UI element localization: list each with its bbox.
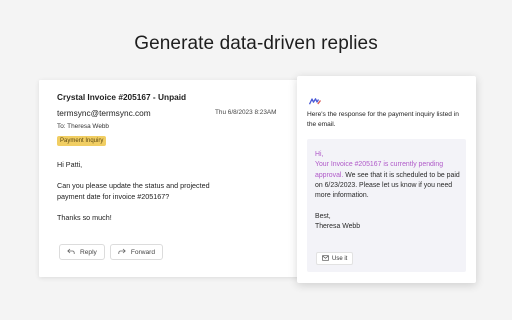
use-it-label: Use it [332,255,348,262]
headline: Generate data-driven replies [134,33,378,54]
payment-inquiry-badge: Payment Inquiry [57,136,107,146]
email-recipient: To: Theresa Webb [57,123,109,130]
email-date: Thu 6/8/2023 8:23AM [215,109,277,116]
forward-label: Forward [130,248,156,256]
reply-greeting: Hi, [315,151,324,158]
email-body: Hi Patti, Can you please update the stat… [57,160,237,234]
reply-signature: Theresa Webb [315,223,361,231]
suggested-reply: Hi, Your Invoice #205167 is currently pe… [307,139,466,272]
response-intro: Here's the response for the payment inqu… [307,111,459,128]
reply-button[interactable]: Reply [59,244,105,260]
reply-arrow-icon [67,248,75,257]
response-panel: Here's the response for the payment inqu… [297,76,476,283]
use-it-button[interactable]: Use it [316,252,354,265]
email-signoff: Thanks so much! [57,212,112,222]
email-subject: Crystal Invoice #205167 - Unpaid [57,92,187,102]
reply-label: Reply [80,248,97,256]
app-logo-icon [308,92,322,105]
email-message: Can you please update the status and pro… [57,181,210,201]
email-card: Crystal Invoice #205167 - Unpaid termsyn… [39,80,301,277]
suggested-reply-text: Hi, Your Invoice #205167 is currently pe… [315,150,460,232]
forward-arrow-icon [118,248,126,257]
mail-icon [322,254,329,263]
reply-closing: Best, [315,212,331,220]
forward-button[interactable]: Forward [109,244,164,260]
email-greeting: Hi Patti, [57,160,83,169]
email-actions: Reply Forward [59,244,164,260]
email-sender: termsync@termsync.com [57,108,151,118]
